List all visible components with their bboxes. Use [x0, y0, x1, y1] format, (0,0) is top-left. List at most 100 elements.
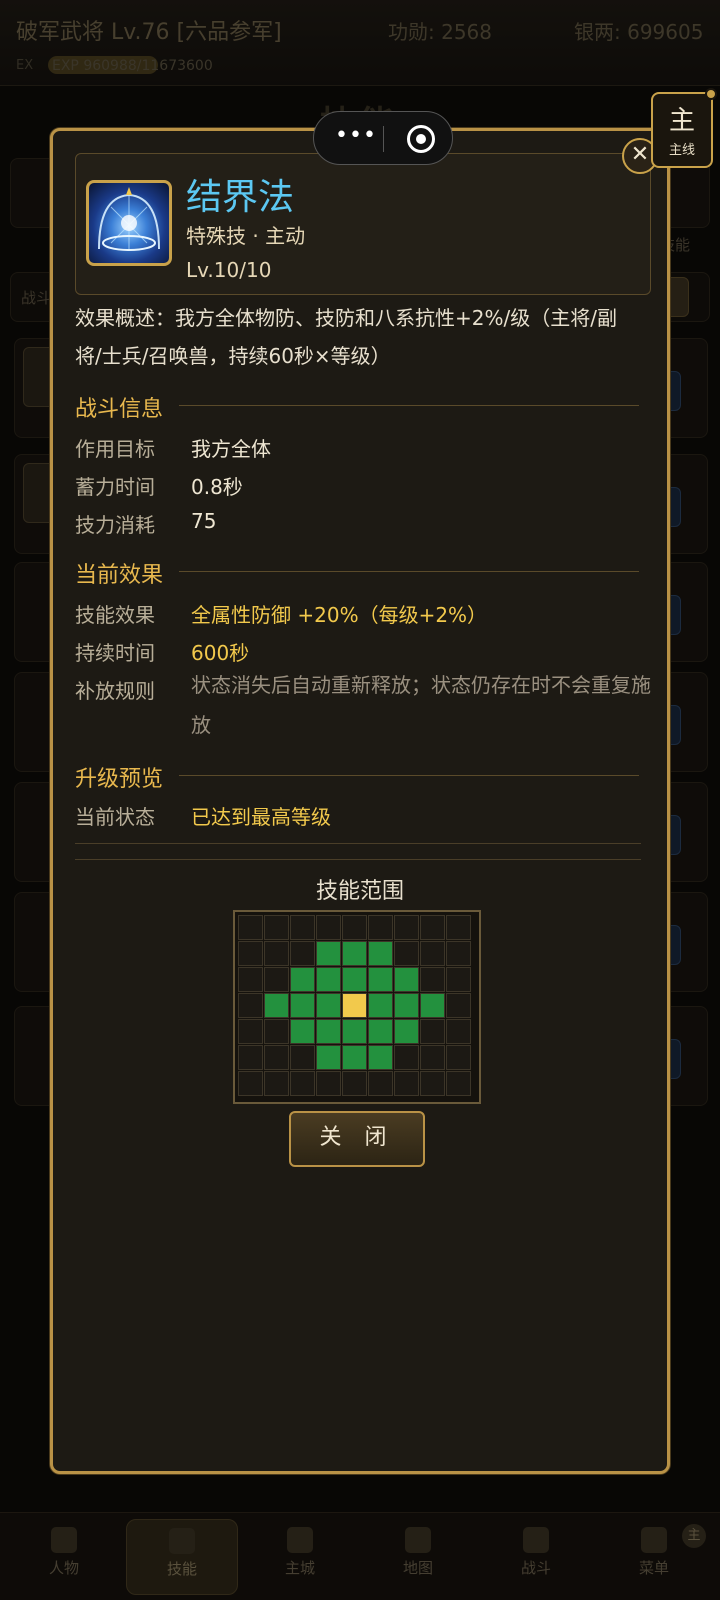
section-divider	[179, 571, 639, 572]
range-cell-area	[316, 967, 341, 992]
effect-value: 全属性防御 +20%（每级+2%）	[191, 603, 488, 627]
range-grid-frame	[233, 910, 481, 1104]
range-cell-area	[290, 1019, 315, 1044]
range-cell-empty	[238, 993, 263, 1018]
section-title-upgrade: 升级预览	[75, 767, 164, 792]
status-value: 已达到最高等级	[191, 805, 331, 829]
info-value-charge: 0.8秒	[191, 475, 243, 499]
range-cell-center	[342, 993, 367, 1018]
range-cell-area	[368, 1019, 393, 1044]
info-label-cost: 技力消耗	[75, 513, 155, 537]
range-cell-area	[316, 941, 341, 966]
info-value-target: 我方全体	[191, 437, 271, 461]
status-label: 当前状态	[75, 805, 155, 829]
range-cell-area	[394, 967, 419, 992]
range-cell-empty	[238, 967, 263, 992]
effect-label: 技能效果	[75, 603, 155, 627]
range-cell-empty	[420, 915, 445, 940]
range-cell-area	[316, 1019, 341, 1044]
info-label-target: 作用目标	[75, 437, 155, 461]
main-quest-label: 主线	[668, 143, 695, 158]
range-cell-area	[316, 993, 341, 1018]
range-cell-empty	[264, 1045, 289, 1070]
range-cell-empty	[342, 915, 367, 940]
exit-target-icon[interactable]	[407, 125, 435, 153]
range-cell-empty	[394, 915, 419, 940]
range-cell-area	[394, 1019, 419, 1044]
range-cell-empty	[420, 967, 445, 992]
range-cell-empty	[238, 1019, 263, 1044]
range-cell-area	[264, 993, 289, 1018]
range-cell-empty	[420, 1045, 445, 1070]
capsule-divider	[383, 126, 384, 152]
range-cell-empty	[368, 1071, 393, 1096]
section-divider	[179, 405, 639, 406]
range-cell-empty	[316, 915, 341, 940]
skill-name: 结界法	[186, 177, 295, 218]
range-cell-empty	[264, 915, 289, 940]
range-cell-empty	[342, 1071, 367, 1096]
range-cell-empty	[446, 993, 471, 1018]
section-divider	[179, 775, 639, 776]
range-cell-empty	[420, 1019, 445, 1044]
range-cell-empty	[446, 915, 471, 940]
range-cell-empty	[238, 1045, 263, 1070]
range-cell-empty	[290, 915, 315, 940]
miniprogram-capsule: •••	[313, 111, 453, 165]
range-cell-area	[342, 1045, 367, 1070]
notification-dot	[705, 88, 717, 100]
range-cell-area	[342, 1019, 367, 1044]
range-cell-empty	[290, 1045, 315, 1070]
duration-value: 600秒	[191, 641, 250, 665]
range-cell-empty	[316, 1071, 341, 1096]
skill-header: 结界法 特殊技 · 主动 Lv.10/10	[75, 153, 651, 295]
range-cell-empty	[394, 941, 419, 966]
close-button[interactable]: 关 闭	[289, 1111, 425, 1167]
range-cell-empty	[394, 1045, 419, 1070]
section-title-current-effect: 当前效果	[75, 563, 164, 588]
range-cell-area	[420, 993, 445, 1018]
range-cell-area	[290, 967, 315, 992]
duration-label: 持续时间	[75, 641, 155, 665]
range-cell-empty	[420, 941, 445, 966]
range-cell-empty	[264, 1071, 289, 1096]
recast-rule-value: 状态消失后自动重新释放；状态仍存在时不会重复施放	[191, 673, 651, 737]
range-grid	[238, 915, 476, 1099]
range-cell-area	[368, 967, 393, 992]
range-cell-area	[368, 993, 393, 1018]
recast-rule-label: 补放规则	[75, 679, 155, 703]
range-cell-area	[342, 967, 367, 992]
range-cell-empty	[368, 915, 393, 940]
more-icon[interactable]: •••	[332, 124, 380, 152]
range-cell-area	[290, 993, 315, 1018]
range-cell-area	[368, 1045, 393, 1070]
range-cell-empty	[238, 1071, 263, 1096]
range-cell-empty	[264, 967, 289, 992]
skill-level: Lv.10/10	[186, 258, 272, 282]
range-cell-empty	[446, 1019, 471, 1044]
info-label-charge: 蓄力时间	[75, 475, 155, 499]
main-quest-glyph: 主	[668, 106, 695, 136]
range-cell-area	[316, 1045, 341, 1070]
range-cell-empty	[290, 941, 315, 966]
range-cell-empty	[264, 941, 289, 966]
range-cell-area	[368, 941, 393, 966]
barrier-dome-icon	[86, 180, 172, 266]
range-cell-empty	[446, 1045, 471, 1070]
range-cell-empty	[238, 941, 263, 966]
range-cell-empty	[238, 915, 263, 940]
range-cell-area	[394, 993, 419, 1018]
range-cell-empty	[446, 1071, 471, 1096]
skill-type: 特殊技 · 主动	[186, 224, 306, 248]
range-cell-area	[342, 941, 367, 966]
range-cell-empty	[264, 1019, 289, 1044]
info-value-cost: 75	[191, 509, 217, 533]
range-cell-empty	[446, 967, 471, 992]
range-cell-empty	[394, 1071, 419, 1096]
main-quest-button[interactable]: 主 主线	[651, 88, 717, 168]
effect-summary: 效果概述：我方全体物防、技防和八系抗性+2%/级（主将/副将/士兵/召唤兽，持续…	[75, 306, 617, 368]
section-title-battle-info: 战斗信息	[75, 397, 164, 422]
range-cell-empty	[446, 941, 471, 966]
range-cell-empty	[290, 1071, 315, 1096]
range-cell-empty	[420, 1071, 445, 1096]
